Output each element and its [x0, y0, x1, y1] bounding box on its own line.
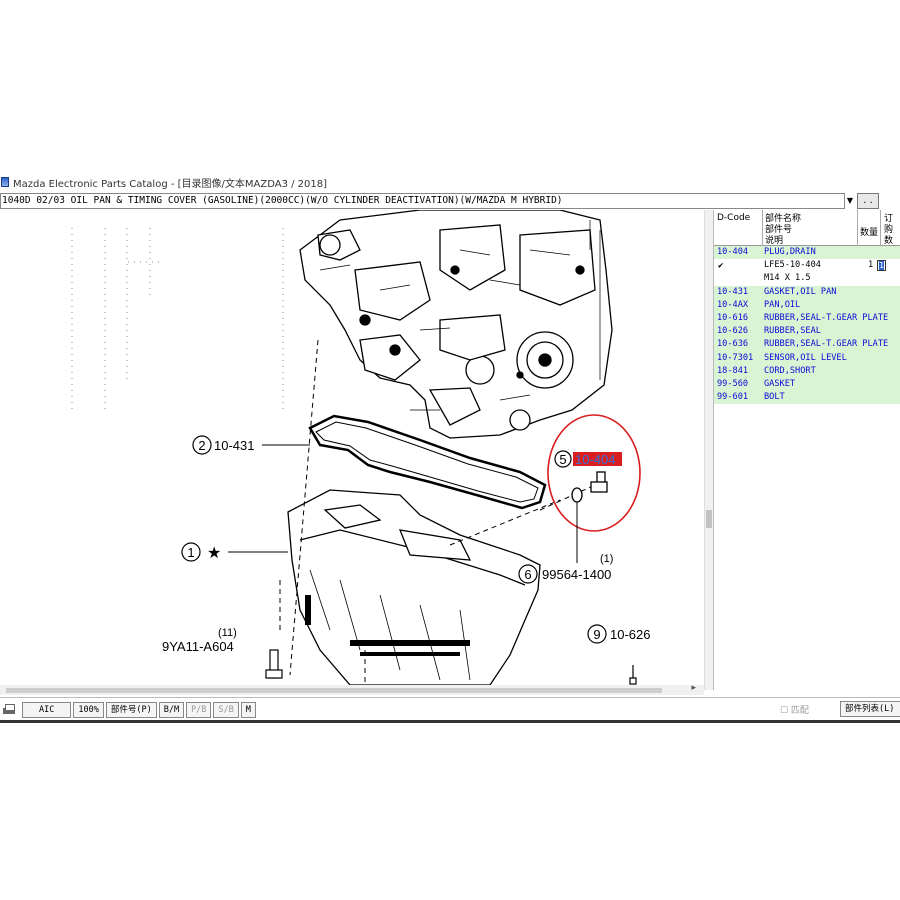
header-order-3: 数 [884, 236, 894, 246]
svg-text:10-404: 10-404 [575, 452, 615, 467]
scroll-bar[interactable] [6, 688, 662, 693]
table-row[interactable]: 99-601 BOLT [714, 391, 900, 405]
zoom-button[interactable]: 100% [73, 702, 104, 718]
scroll-right-icon[interactable]: ▸ [691, 683, 696, 693]
table-row[interactable]: 18-841 CORD,SHORT [714, 364, 900, 378]
table-row[interactable]: 10-626 RUBBER,SEAL [714, 325, 900, 339]
svg-text:2: 2 [198, 438, 205, 453]
header-dcode[interactable]: D-Code [717, 213, 750, 223]
svg-text:(11): (11) [218, 627, 237, 639]
m-button[interactable]: M [240, 702, 256, 718]
bottom-toolbar: AIC 100% 部件号(P) B/M P/B S/B M ☐ 匹配 部件列表(… [0, 697, 900, 722]
bm-button[interactable]: B/M [158, 702, 185, 718]
svg-text:99564-1400: 99564-1400 [542, 567, 611, 582]
callout-6[interactable]: (1) 6 99564-1400 [518, 502, 613, 584]
parts-diagram[interactable]: 2 10-431 1 ★ 5 10-404 (1) 6 99564-1400 9… [0, 210, 704, 685]
svg-text:9: 9 [593, 627, 600, 642]
more-button[interactable]: . . [857, 193, 879, 209]
window-title: Mazda Electronic Parts Catalog - [目录图像/文… [13, 178, 328, 190]
diagram-horizontal-scrollbar[interactable]: ▸ [0, 683, 704, 695]
table-row[interactable]: 10-636 RUBBER,SEAL-T.GEAR PLATE [714, 338, 900, 352]
part-spec-row: M14 X 1.5 [714, 272, 900, 286]
aic-button[interactable]: AIC [22, 702, 72, 718]
match-checkbox[interactable]: ☐ 匹配 [780, 703, 809, 716]
highlight-circle [547, 414, 641, 532]
svg-text:9YA11-A604: 9YA11-A604 [162, 639, 234, 654]
callout-2[interactable]: 2 10-431 [192, 435, 310, 455]
printer-icon[interactable] [2, 704, 16, 716]
diagram-vertical-scrollbar[interactable] [704, 210, 713, 690]
svg-text:10-626: 10-626 [610, 627, 650, 642]
part-number-button[interactable]: 部件号(P) [105, 702, 157, 718]
part-qty: 1 [868, 260, 874, 271]
pb-button[interactable]: P/B [186, 702, 212, 718]
breadcrumb-bar: 1040D 02/03 OIL PAN & TIMING COVER (GASO… [0, 192, 900, 210]
chevron-down-icon[interactable]: ▼ [846, 193, 854, 209]
svg-text:6: 6 [524, 567, 531, 582]
svg-text:5: 5 [559, 452, 566, 467]
sb-button[interactable]: S/B [213, 702, 239, 718]
table-row[interactable]: 10-7301 SENSOR,OIL LEVEL [714, 351, 900, 365]
table-header: D-Code 部件名称 部件号 说明 数量 订 购 数 [714, 210, 900, 246]
order-qty-input[interactable]: 1 [877, 260, 886, 272]
svg-text:1: 1 [187, 545, 194, 560]
header-qty[interactable]: 数量 [860, 225, 878, 238]
parts-table: D-Code 部件名称 部件号 说明 数量 订 购 数 10-404 PLUG,… [713, 210, 900, 690]
app-icon [1, 177, 9, 187]
svg-text:(1): (1) [600, 553, 613, 565]
table-row[interactable]: 99-560 GASKET [714, 377, 900, 392]
app-window: Mazda Electronic Parts Catalog - [目录图像/文… [0, 172, 900, 723]
breadcrumb[interactable]: 1040D 02/03 OIL PAN & TIMING COVER (GASO… [0, 193, 845, 209]
title-bar: Mazda Electronic Parts Catalog - [目录图像/文… [0, 172, 900, 192]
engine-block [299, 210, 613, 439]
part-detail-row[interactable]: ✔ LFE5-10-404 1 1 [714, 259, 900, 274]
table-row[interactable]: 10-404 PLUG,DRAIN [714, 246, 900, 260]
callout-bolt[interactable]: (11) 9YA11-A604 [162, 627, 237, 654]
table-row[interactable]: 10-616 RUBBER,SEAL-T.GEAR PLATE [714, 311, 900, 326]
callout-9[interactable]: 9 10-626 [587, 624, 650, 644]
callout-5[interactable]: 5 10-404 [554, 450, 622, 468]
part-number: LFE5-10-404 [764, 259, 825, 274]
callout-1[interactable]: 1 ★ [181, 542, 288, 562]
table-row[interactable]: 10-4AX PAN,OIL [714, 298, 900, 312]
svg-text:★: ★ [207, 545, 221, 562]
scroll-thumb[interactable] [706, 510, 712, 528]
header-desc[interactable]: 说明 [765, 233, 783, 246]
parts-list-button[interactable]: 部件列表(L) [840, 701, 900, 717]
divider [0, 720, 900, 723]
svg-text:10-431: 10-431 [214, 438, 254, 453]
table-row[interactable]: 10-431 GASKET,OIL PAN [714, 285, 900, 299]
part-spec: M14 X 1.5 [764, 273, 811, 284]
